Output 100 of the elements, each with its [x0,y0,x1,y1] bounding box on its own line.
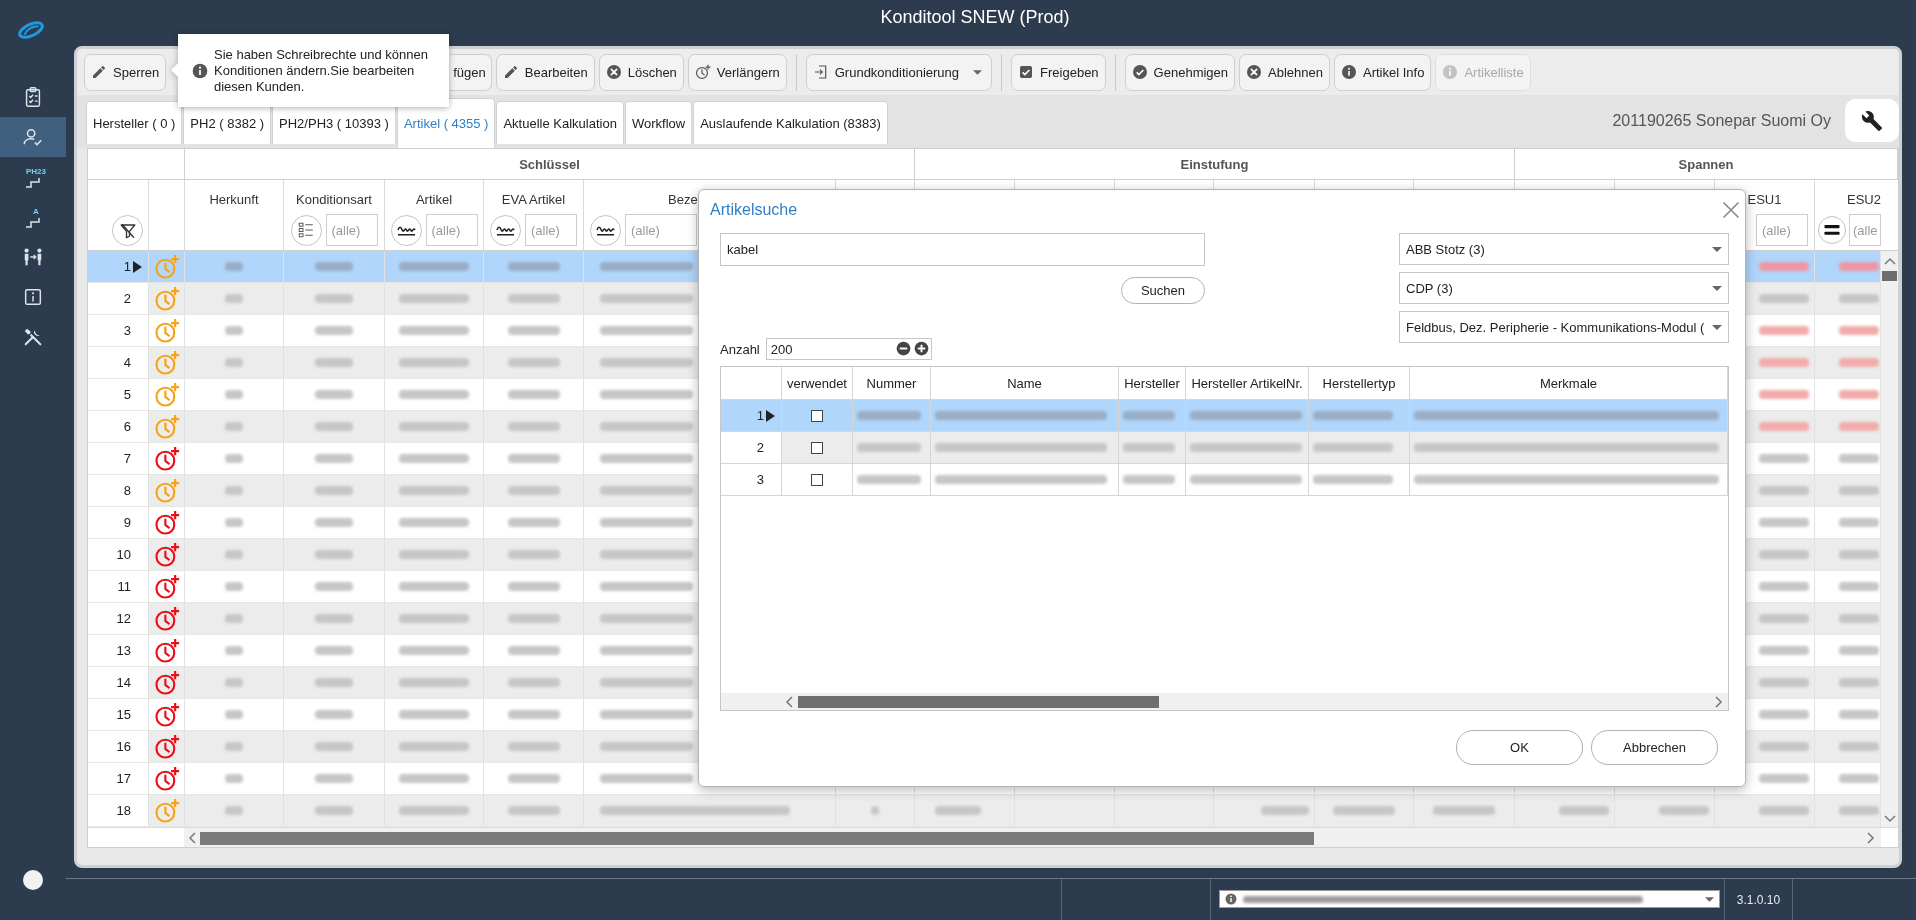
column-header: Beze [668,192,698,208]
caret-icon [1705,896,1714,902]
toolbar-button[interactable]: Artikel Info [1334,53,1432,91]
close-button[interactable] [1721,200,1741,220]
scrollbar-thumb[interactable] [1882,271,1897,281]
cancel-button[interactable]: Abbrechen [1591,730,1718,765]
import-icon [812,64,829,80]
clock-plus-icon [694,64,711,80]
filter-field[interactable]: (alle) [1756,214,1808,246]
column-header: ESU2 [1847,192,1881,208]
filter-field[interactable]: (alle) [525,214,577,246]
horizontal-scrollbar[interactable] [184,828,1881,847]
scroll-left-icon[interactable] [188,832,197,844]
toolbar-button[interactable]: Ablehnen [1239,53,1330,91]
list-icon [297,221,315,239]
toolbar-button[interactable]: Löschen [598,53,684,91]
steps-icon [23,176,43,188]
toolbar-button[interactable]: Freigeben [1011,53,1106,91]
column-header: ESU1 [1747,192,1782,208]
tools-icon [22,326,44,348]
close-circle-icon [1246,64,1263,80]
user-check-icon [22,126,44,148]
filter-mode-button[interactable] [490,214,521,246]
message-dropdown[interactable] [1219,890,1720,908]
text-filter-icon [496,224,515,236]
column-header: Nummer [866,375,917,391]
row-indicator-icon [766,409,775,422]
table-row[interactable]: 2 [721,432,1728,464]
version-label: 3.1.0.10 [1736,892,1781,907]
dropdown[interactable]: ABB Stotz (3) [1399,233,1729,265]
filter-mode-button[interactable] [390,214,422,246]
scroll-down-icon[interactable] [1883,814,1896,823]
tooltip-text: Sie haben Schreibrechte und können Konditionen ändern.Sie bearbeiten diesen Kunden. [214,46,429,95]
horizontal-scrollbar[interactable] [721,693,1728,710]
filter-mode-button[interactable] [1818,216,1846,244]
scroll-left-icon[interactable] [785,695,794,708]
blurred-text [1123,443,1175,452]
info-icon [1341,64,1357,80]
caret-icon [1712,285,1722,291]
tab[interactable]: Auslaufende Kalkulation (8383) [693,101,888,144]
column-header: Herstellertyp [1322,375,1396,391]
minus-icon[interactable] [895,341,911,356]
settings-button[interactable] [1845,99,1899,142]
info-box-icon [22,286,44,308]
filter-off-icon [118,221,137,240]
search-field[interactable]: kabel [720,233,1205,266]
toolbar-button[interactable]: fügen [450,53,492,91]
pencil-icon [502,64,519,80]
filter-field[interactable]: (alle [1849,214,1881,246]
toolbar-button[interactable]: Bearbeiten [495,53,595,91]
scrollbar-thumb[interactable] [798,695,1159,708]
blurred-text [1123,411,1175,420]
profile-circle-icon[interactable] [23,870,43,890]
text-filter-icon [396,224,416,236]
table-row[interactable]: 3 [721,464,1728,496]
tab[interactable]: Hersteller ( 0 ) [86,101,183,144]
scroll-up-icon[interactable] [1883,257,1896,266]
equals-icon [1824,224,1840,236]
tab[interactable]: Aktuelle Kalkulation [496,101,624,144]
info-icon [1442,64,1459,80]
scroll-right-icon[interactable] [1866,832,1875,844]
plus-icon[interactable] [913,341,929,356]
filter-mode-button[interactable] [590,214,621,246]
window-title: Konditool SNEW (Prod) [880,6,1070,28]
toolbar-button[interactable]: Sperren [84,53,167,91]
filter-field[interactable]: (alle) [425,214,478,246]
column-group-header: Einstufung [915,149,1515,180]
dropdown[interactable]: CDP (3) [1399,272,1729,304]
search-button[interactable]: Suchen [1121,277,1205,304]
tab[interactable]: Workflow [624,101,693,144]
ok-button[interactable]: OK [1456,730,1583,765]
toolbar-button[interactable]: Genehmigen [1124,53,1236,91]
scrollbar-thumb[interactable] [200,831,1314,845]
filter-field[interactable]: (alle) [325,214,378,246]
sidebar-item[interactable]: PH23 [0,157,66,197]
table-row[interactable]: 18 [88,795,1881,827]
row-number: 2 [756,440,764,455]
info-icon [192,62,208,79]
blurred-text [1123,475,1175,484]
dropdown[interactable]: Feldbus, Dez. Peripherie - Kommunikations-Modul ( [1399,311,1729,343]
column-header: Herkunft [209,192,259,208]
filter-field[interactable]: (alle) [625,214,697,246]
wrench-icon [1861,109,1883,132]
column-header: Hersteller [1124,375,1180,391]
number-field[interactable]: 200 [765,338,932,360]
checkbox[interactable] [811,473,823,486]
scroll-right-icon[interactable] [1714,695,1723,708]
sidebar-item[interactable]: A [0,197,66,237]
checkbox[interactable] [811,441,823,454]
toolbar-button[interactable]: Verlängern [687,53,787,91]
customer-label: 201190265 Sonepar Suomi Oy [1612,111,1831,130]
vertical-scrollbar[interactable] [1881,251,1898,827]
toolbar-button[interactable]: Grundkonditionierung [805,53,993,91]
close-circle-icon [605,64,622,80]
info-icon [1225,893,1237,905]
checkbox[interactable] [811,409,823,422]
steps-icon [23,216,43,228]
column-header: verwendet [787,375,847,391]
table-row[interactable]: 1 [721,400,1728,432]
clear-filter-button[interactable] [112,215,143,246]
